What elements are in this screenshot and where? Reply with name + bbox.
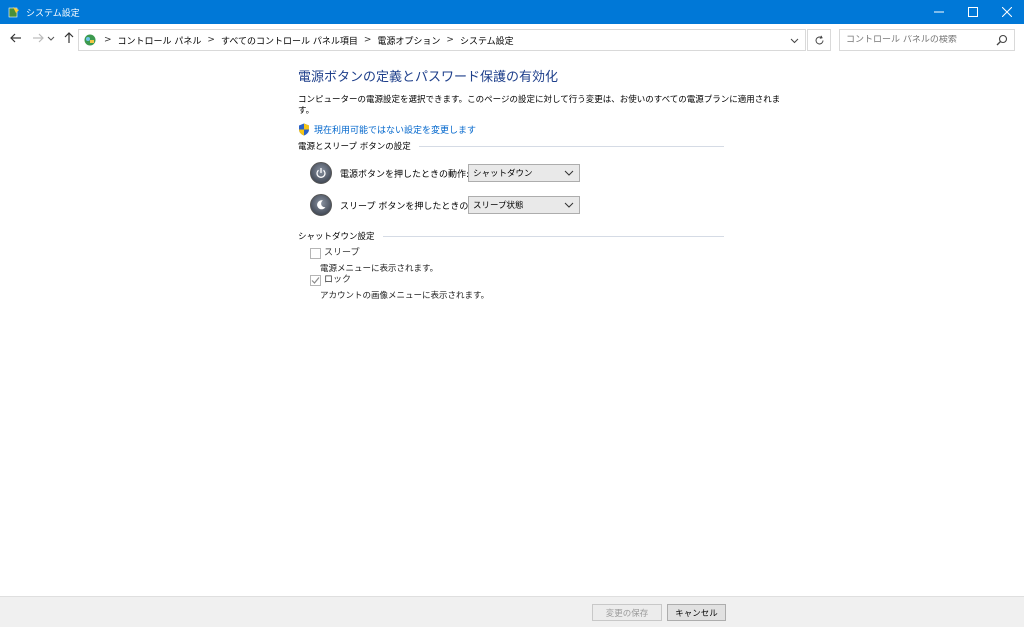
sleep-option-label: スリープ — [324, 248, 360, 258]
page-description: コンピューターの電源設定を選択できます。このページの設定に対して行う変更は、お使… — [298, 95, 781, 105]
power-button-action-value: シャットダウン — [473, 169, 533, 179]
close-icon — [1002, 7, 1012, 17]
main-content: 電源ボタンの定義とパスワード保護の有効化 コンピューターの電源設定を選択できます… — [298, 66, 781, 301]
forward-arrow-icon — [33, 33, 44, 43]
maximize-icon — [968, 7, 978, 17]
breadcrumb-control-panel[interactable]: コントロール パネル — [118, 34, 202, 47]
back-arrow-icon — [10, 33, 21, 43]
chevron-down-icon — [47, 36, 55, 41]
address-bar[interactable]: > コントロール パネル > すべてのコントロール パネル項目 > 電源オプショ… — [78, 29, 806, 51]
breadcrumb-power-options[interactable]: 電源オプション — [377, 34, 440, 47]
forward-button[interactable] — [30, 30, 46, 46]
lock-option: ロック — [310, 275, 351, 286]
sleep-button-row: スリープ ボタンを押したときの動作: スリープ状態 — [310, 194, 580, 216]
power-section-title: 電源とスリープ ボタンの設定 — [298, 142, 411, 152]
breadcrumb-system-settings[interactable]: システム設定 — [460, 34, 514, 47]
recent-locations-button[interactable] — [46, 30, 56, 46]
sleep-button-icon — [310, 194, 332, 216]
change-unavailable-settings-link[interactable]: 現在利用可能ではない設定を変更します — [298, 123, 728, 136]
shutdown-section-header: シャットダウン設定 — [298, 230, 724, 242]
footer-bar: 変更の保存 キャンセル — [0, 596, 1024, 627]
sleep-checkbox[interactable] — [310, 248, 321, 259]
maximize-button[interactable] — [956, 0, 990, 24]
address-history-button[interactable] — [787, 33, 801, 47]
admin-link-text[interactable]: 現在利用可能ではない設定を変更します — [314, 123, 476, 136]
power-button-label: 電源ボタンを押したときの動作: — [340, 169, 470, 180]
minimize-icon — [934, 11, 944, 13]
breadcrumb-separator: > — [363, 35, 372, 45]
power-button-icon — [310, 162, 332, 184]
save-changes-button[interactable]: 変更の保存 — [592, 604, 662, 621]
divider — [418, 145, 724, 147]
sleep-option: スリープ — [310, 248, 359, 259]
breadcrumb-separator: > — [207, 35, 215, 45]
chevron-down-icon — [564, 170, 574, 176]
sleep-button-action-value: スリープ状態 — [473, 201, 524, 211]
close-button[interactable] — [990, 0, 1024, 24]
page-title: 電源ボタンの定義とパスワード保護の有効化 — [298, 70, 559, 85]
search-input[interactable] — [846, 35, 986, 45]
up-button[interactable] — [61, 30, 77, 46]
page-description-cont: す。 — [298, 106, 315, 116]
window-title: システム設定 — [26, 8, 80, 19]
cancel-button[interactable]: キャンセル — [667, 604, 726, 621]
breadcrumb-separator: > — [104, 35, 112, 45]
chevron-down-icon — [564, 202, 574, 208]
up-arrow-icon — [64, 32, 74, 43]
control-panel-icon — [82, 32, 98, 48]
shutdown-section-title: シャットダウン設定 — [298, 232, 375, 242]
power-options-icon — [6, 4, 22, 20]
sleep-button-action-select[interactable]: スリープ状態 — [468, 196, 580, 214]
title-bar: システム設定 — [0, 0, 1024, 24]
navigation-bar: > コントロール パネル > すべてのコントロール パネル項目 > 電源オプショ… — [0, 24, 1024, 54]
power-section-header: 電源とスリープ ボタンの設定 — [298, 140, 724, 152]
refresh-button[interactable] — [807, 29, 831, 51]
power-button-row: 電源ボタンを押したときの動作: シャットダウン — [310, 162, 580, 184]
breadcrumb-all-items[interactable]: すべてのコントロール パネル項目 — [221, 34, 358, 47]
sleep-option-description: 電源メニューに表示されます。 — [320, 264, 439, 274]
minimize-button[interactable] — [922, 0, 956, 24]
sleep-button-label: スリープ ボタンを押したときの動作: — [340, 201, 490, 212]
lock-option-label: ロック — [324, 275, 352, 285]
search-icon[interactable] — [996, 34, 1008, 46]
checkmark-icon — [311, 277, 320, 284]
lock-option-description: アカウントの画像メニューに表示されます。 — [320, 291, 490, 301]
divider — [382, 235, 724, 237]
chevron-down-icon — [790, 38, 798, 43]
uac-shield-icon — [299, 123, 309, 136]
refresh-icon — [815, 35, 823, 44]
power-button-action-select[interactable]: シャットダウン — [468, 164, 580, 182]
back-button[interactable] — [8, 30, 24, 46]
search-box[interactable] — [839, 29, 1015, 51]
lock-checkbox[interactable] — [310, 275, 321, 286]
breadcrumb-separator: > — [446, 35, 454, 45]
